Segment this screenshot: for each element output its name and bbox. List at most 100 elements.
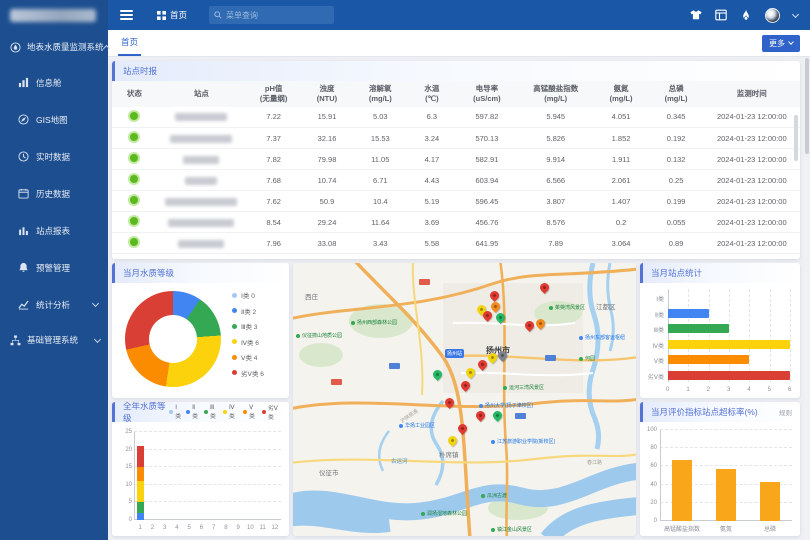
- column-header: 站点: [157, 81, 246, 107]
- x-category-label: 总磷: [750, 524, 790, 533]
- more-button[interactable]: 更多: [762, 35, 800, 52]
- stacked-bar-chart: 123456789101112: [134, 432, 281, 520]
- legend-item[interactable]: Ⅳ类 6: [232, 337, 264, 347]
- status-cell: [112, 149, 157, 170]
- legend-item[interactable]: 劣Ⅴ类: [262, 403, 281, 421]
- menu-search: [209, 6, 334, 24]
- value-cell: 11.64: [353, 212, 408, 233]
- y-tick-label: 80: [646, 445, 657, 451]
- station-name-cell: [157, 212, 246, 233]
- sidebar-item-label: 站点报表: [36, 225, 70, 237]
- redacted-station-name: [185, 177, 217, 185]
- fullscreen-layout-icon[interactable]: [715, 9, 727, 21]
- legend-item[interactable]: Ⅲ类: [204, 403, 218, 421]
- search-input[interactable]: [226, 11, 329, 20]
- header-line1: 溶解氧: [354, 84, 407, 94]
- value-cell: 0.192: [649, 128, 704, 149]
- theme-shirt-icon[interactable]: [690, 9, 702, 21]
- value-cell: 641.95: [456, 233, 518, 254]
- sidebar-item-6[interactable]: 统计分析: [0, 286, 108, 323]
- y-category-label: Ⅰ类: [642, 294, 664, 303]
- flame-icon[interactable]: [740, 9, 752, 21]
- chart-legend: Ⅰ类 Ⅱ类 Ⅲ类 Ⅳ类 Ⅴ类劣Ⅴ类: [169, 403, 281, 421]
- app-logo: [0, 0, 108, 30]
- legend-item[interactable]: Ⅴ类: [243, 403, 257, 421]
- value-cell: 79.98: [301, 149, 353, 170]
- sidebar-group-water-system[interactable]: 地表水质量监测系统: [0, 30, 108, 64]
- legend-item[interactable]: Ⅰ类 0: [232, 290, 264, 300]
- header-line1: pH值: [247, 84, 300, 94]
- value-cell: 1.852: [594, 128, 649, 149]
- time-cell: 2024-01-23 12:00:00: [704, 212, 800, 233]
- sidebar-group-base-system[interactable]: 基础管理系统: [0, 323, 108, 357]
- bar-segment: [137, 513, 144, 520]
- sidebar-item-2[interactable]: 实时数据: [0, 138, 108, 175]
- legend-item[interactable]: Ⅳ类: [223, 403, 238, 421]
- map-panel[interactable]: 扬州市江都区仪征市西庄朴席镇古运河沪陕高速春江路扬州西部森林公园仪征捺山地质公园…: [293, 263, 636, 536]
- value-cell: 7.82: [246, 149, 301, 170]
- sidebar-item-0[interactable]: 信息舱: [0, 64, 108, 101]
- value-cell: 6.3: [408, 107, 456, 128]
- sidebar-item-3[interactable]: 历史数据: [0, 175, 108, 212]
- legend-item[interactable]: Ⅲ类 3: [232, 321, 264, 331]
- legend-label: Ⅲ类 3: [241, 321, 257, 331]
- legend-item[interactable]: 劣Ⅴ类 6: [232, 368, 264, 378]
- legend-item[interactable]: Ⅰ类: [169, 403, 181, 421]
- map-label-poi: 江苏旅游职业学院(新校区): [491, 438, 555, 445]
- panel-title: 站点时报: [112, 61, 800, 81]
- sitemap-icon: [10, 335, 21, 346]
- y-tick-label: 0: [646, 518, 657, 524]
- time-cell: 2024-01-23 12:00:00: [704, 233, 800, 254]
- legend-item[interactable]: Ⅱ类: [186, 403, 199, 421]
- value-cell: 15.91: [301, 107, 353, 128]
- map-label-poi: 华扬工业园区: [399, 422, 435, 429]
- legend-label: Ⅳ类: [229, 405, 238, 420]
- page-scrollbar[interactable]: [804, 30, 810, 540]
- legend-label: Ⅱ类 2: [241, 306, 256, 316]
- sidebar-item-5[interactable]: 预警管理: [0, 249, 108, 286]
- chart-legend: Ⅰ类 0 Ⅱ类 2 Ⅲ类 3 Ⅳ类 6 Ⅴ类 4 劣Ⅴ类 6: [232, 290, 264, 378]
- status-dot-normal: [130, 217, 138, 225]
- chevron-down-icon: [92, 300, 99, 307]
- value-cell: 15.53: [353, 128, 408, 149]
- sidebar-item-4[interactable]: 站点报表: [0, 212, 108, 249]
- corner-label[interactable]: 规则: [779, 407, 792, 417]
- value-cell: 2.061: [594, 170, 649, 191]
- value-cell: 50.9: [301, 191, 353, 212]
- gridline: [770, 289, 771, 382]
- x-tick-label: 5: [768, 387, 771, 393]
- gridline: [134, 449, 281, 450]
- gridline: [134, 466, 281, 467]
- legend-item[interactable]: Ⅱ类 2: [232, 306, 264, 316]
- exceed-rate-panel: 当月评价指标站点超标率(%)规则 020406080100高锰酸盐指数氨氮总磷: [640, 402, 800, 536]
- column-header: 水温(℃): [408, 81, 456, 107]
- value-cell: 10.4: [353, 191, 408, 212]
- value-cell: 33.08: [301, 233, 353, 254]
- breadcrumb[interactable]: 首页: [157, 9, 187, 21]
- y-axis: [660, 430, 661, 521]
- header-line1: 浊度: [302, 84, 352, 94]
- map-label-poi: 扬州大学(扬子津校区): [479, 402, 533, 409]
- x-tick-label: 3: [727, 387, 730, 393]
- scrollbar-thumb[interactable]: [805, 58, 809, 154]
- redacted-station-name: [183, 156, 219, 164]
- x-tick-label: 2: [148, 525, 156, 531]
- redacted-station-name: [168, 219, 234, 227]
- bar: [668, 355, 749, 364]
- sidebar-item-1[interactable]: GIS地图: [0, 101, 108, 138]
- status-cell: [112, 128, 157, 149]
- chevron-down-icon[interactable]: [792, 10, 799, 17]
- map-label-poi: 扬州东部客运枢纽: [579, 334, 625, 341]
- legend-item[interactable]: Ⅴ类 4: [232, 352, 264, 362]
- y-tick-label: 15: [125, 464, 132, 470]
- value-cell: 4.43: [408, 170, 456, 191]
- table-row: 7.3732.1615.533.24570.135.8261.8520.1922…: [112, 128, 800, 149]
- tab-home[interactable]: 首页: [118, 30, 141, 56]
- value-cell: 8.54: [246, 212, 301, 233]
- map-label-park: 何园: [579, 355, 595, 362]
- gridline: [729, 289, 730, 382]
- map-label-park: 镇江金山风景区: [491, 526, 532, 533]
- table-scrollbar-thumb[interactable]: [794, 115, 798, 161]
- hamburger-menu-icon[interactable]: [120, 10, 133, 20]
- user-avatar[interactable]: [765, 8, 780, 23]
